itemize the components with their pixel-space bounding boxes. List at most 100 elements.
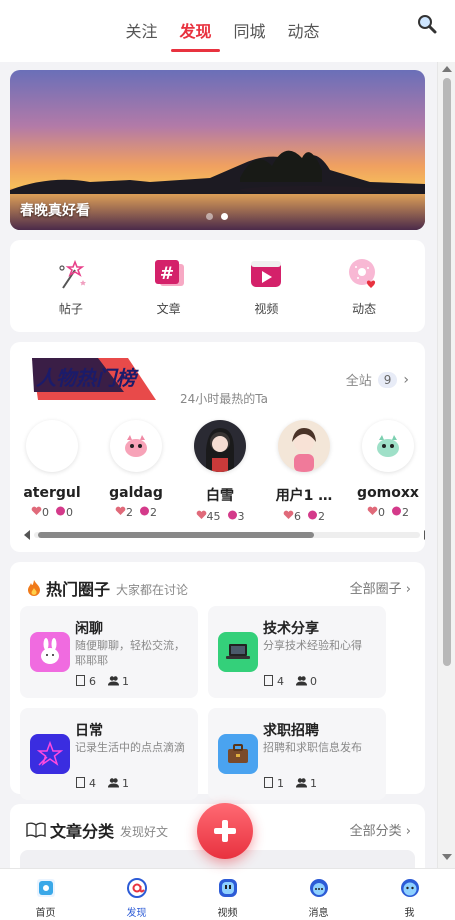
tab-activity[interactable]: 动态 (288, 12, 320, 48)
main-scroll[interactable]: 春晚真好看 帖子 # 文章 视频 动态 人物热门榜 全站 9 › 24小时最热的… (0, 62, 437, 868)
quick-action-articles[interactable]: # 文章 (134, 256, 204, 317)
members-icon (296, 778, 307, 788)
ranking-user[interactable]: gomoxx 0 2 (357, 420, 419, 523)
scrollbar-thumb[interactable] (38, 532, 314, 538)
bottom-nav: 首页 发现 视频 消息 我 (0, 868, 455, 920)
circle-name: 闲聊 (75, 621, 103, 637)
gift-icon (308, 510, 317, 520)
all-circles-link[interactable]: 全部圈子 › (350, 578, 411, 597)
circle-card[interactable]: 技术分享 分享技术经验和心得 4 0 (208, 606, 386, 698)
at-icon (126, 878, 147, 898)
nav-label: 首页 (35, 908, 56, 919)
ranking-user[interactable]: galdag 2 2 (106, 420, 166, 523)
gift-icon (227, 510, 237, 520)
nav-discover[interactable]: 发现 (102, 869, 172, 920)
scroll-left-arrow[interactable] (24, 530, 30, 540)
ranking-scope[interactable]: 全站 9 › (346, 370, 409, 389)
members-icon (296, 676, 307, 686)
circle-card[interactable]: 闲聊 随便聊聊，轻松交流，耶耶耶 6 1 (20, 606, 198, 698)
nav-messages[interactable]: 消息 (284, 869, 354, 920)
circle-stats: 4 1 (75, 777, 129, 790)
ranking-horizontal-scrollbar[interactable] (24, 530, 425, 540)
carousel-dot[interactable] (206, 213, 213, 220)
ranking-subtitle: 24小时最热的Ta (180, 392, 268, 406)
member-count: 1 (122, 675, 129, 688)
user-name: 用户1 … (275, 488, 333, 504)
user-stats: 45 3 (196, 510, 245, 523)
circle-avatar (218, 632, 258, 672)
like-count: 2 (126, 506, 133, 519)
ranking-user[interactable]: atergul 0 0 (22, 420, 82, 523)
circle-stats: 1 1 (263, 777, 317, 790)
heart-icon (196, 510, 206, 519)
briefcase-icon (228, 744, 248, 763)
svg-text:#: # (160, 264, 174, 284)
scope-label: 全站 (345, 374, 372, 389)
quick-action-videos[interactable]: 视频 (231, 256, 301, 317)
quick-action-moments[interactable]: 动态 (329, 256, 399, 317)
banner-carousel[interactable]: 春晚真好看 (10, 70, 425, 230)
user-stats: 2 2 (115, 506, 157, 519)
members-icon (108, 676, 119, 686)
magic-wand-icon (59, 259, 86, 289)
search-icon[interactable] (417, 14, 437, 34)
ranking-logo: 人物热门榜 (32, 358, 156, 400)
scroll-up-arrow[interactable] (442, 66, 452, 72)
user-stats: 0 2 (367, 506, 409, 519)
pink-monster-icon (125, 435, 147, 457)
avatar (110, 420, 162, 472)
tab-follow[interactable]: 关注 (125, 12, 157, 48)
vertical-scrollbar[interactable] (437, 62, 455, 868)
illustrated-avatar (292, 428, 316, 472)
nav-home[interactable]: 首页 (11, 869, 81, 920)
circle-stats: 4 0 (263, 675, 317, 688)
circle-avatar (218, 734, 258, 774)
scroll-down-arrow[interactable] (442, 854, 452, 860)
scope-count-badge: 9 (377, 371, 398, 388)
all-categories-link[interactable]: 全部分类 › (350, 820, 411, 839)
banner-caption: 春晚真好看 (20, 203, 90, 219)
carousel-dot-active[interactable] (221, 213, 228, 220)
quick-actions: 帖子 # 文章 视频 动态 (10, 240, 425, 332)
member-count: 1 (310, 777, 317, 790)
tab-nearby[interactable]: 同城 (234, 12, 266, 48)
star-sparkle-icon (36, 740, 64, 766)
articles-header: 文章分类 发现好文 (26, 818, 168, 842)
nav-profile[interactable]: 我 (375, 869, 445, 920)
circle-card[interactable]: 求职招聘 招聘和求职信息发布 1 1 (208, 708, 386, 800)
section-subtitle: 大家都在讨论 (116, 582, 189, 597)
scrollbar-thumb[interactable] (443, 78, 451, 666)
circle-description: 记录生活中的点点滴滴 (75, 741, 185, 754)
ranking-user[interactable]: 白雪 45 3 (190, 420, 250, 523)
quick-action-label: 动态 (352, 301, 377, 316)
post-count: 4 (89, 777, 96, 790)
ranking-user[interactable]: 用户1 … 6 2 (274, 420, 334, 523)
plus-icon (214, 820, 236, 842)
gift-count: 3 (237, 510, 245, 523)
user-name: gomoxx (357, 485, 419, 501)
user-name: galdag (109, 485, 163, 501)
gift-icon (140, 506, 149, 516)
svg-text:人物热门榜: 人物热门榜 (36, 366, 139, 390)
profile-face-icon (400, 879, 419, 897)
circle-name: 日常 (75, 723, 103, 739)
avatar (26, 420, 78, 472)
post-count: 1 (277, 777, 284, 790)
heart-icon (115, 506, 126, 515)
scroll-right-arrow[interactable] (424, 530, 425, 540)
video-icon (251, 260, 282, 287)
document-icon (76, 675, 85, 686)
tab-discover[interactable]: 发现 (171, 12, 220, 52)
fire-icon (28, 580, 40, 596)
circle-grid: 闲聊 随便聊聊，轻松交流，耶耶耶 6 1 技术分享 分享技术经验和心得 4 0 (20, 606, 386, 800)
quick-action-posts[interactable]: 帖子 (36, 256, 106, 317)
create-post-button[interactable] (197, 803, 253, 859)
chevron-right-icon: › (403, 371, 409, 388)
gift-icon (56, 506, 65, 516)
circle-card[interactable]: 日常 记录生活中的点点滴滴 4 1 (20, 708, 198, 800)
nav-video[interactable]: 视频 (193, 869, 263, 920)
hot-people-ranking: 人物热门榜 全站 9 › 24小时最热的Ta atergul 0 0 galda… (10, 342, 425, 552)
user-stats: 0 0 (31, 506, 73, 519)
nav-label: 视频 (217, 908, 238, 919)
carousel-dots (206, 213, 228, 220)
